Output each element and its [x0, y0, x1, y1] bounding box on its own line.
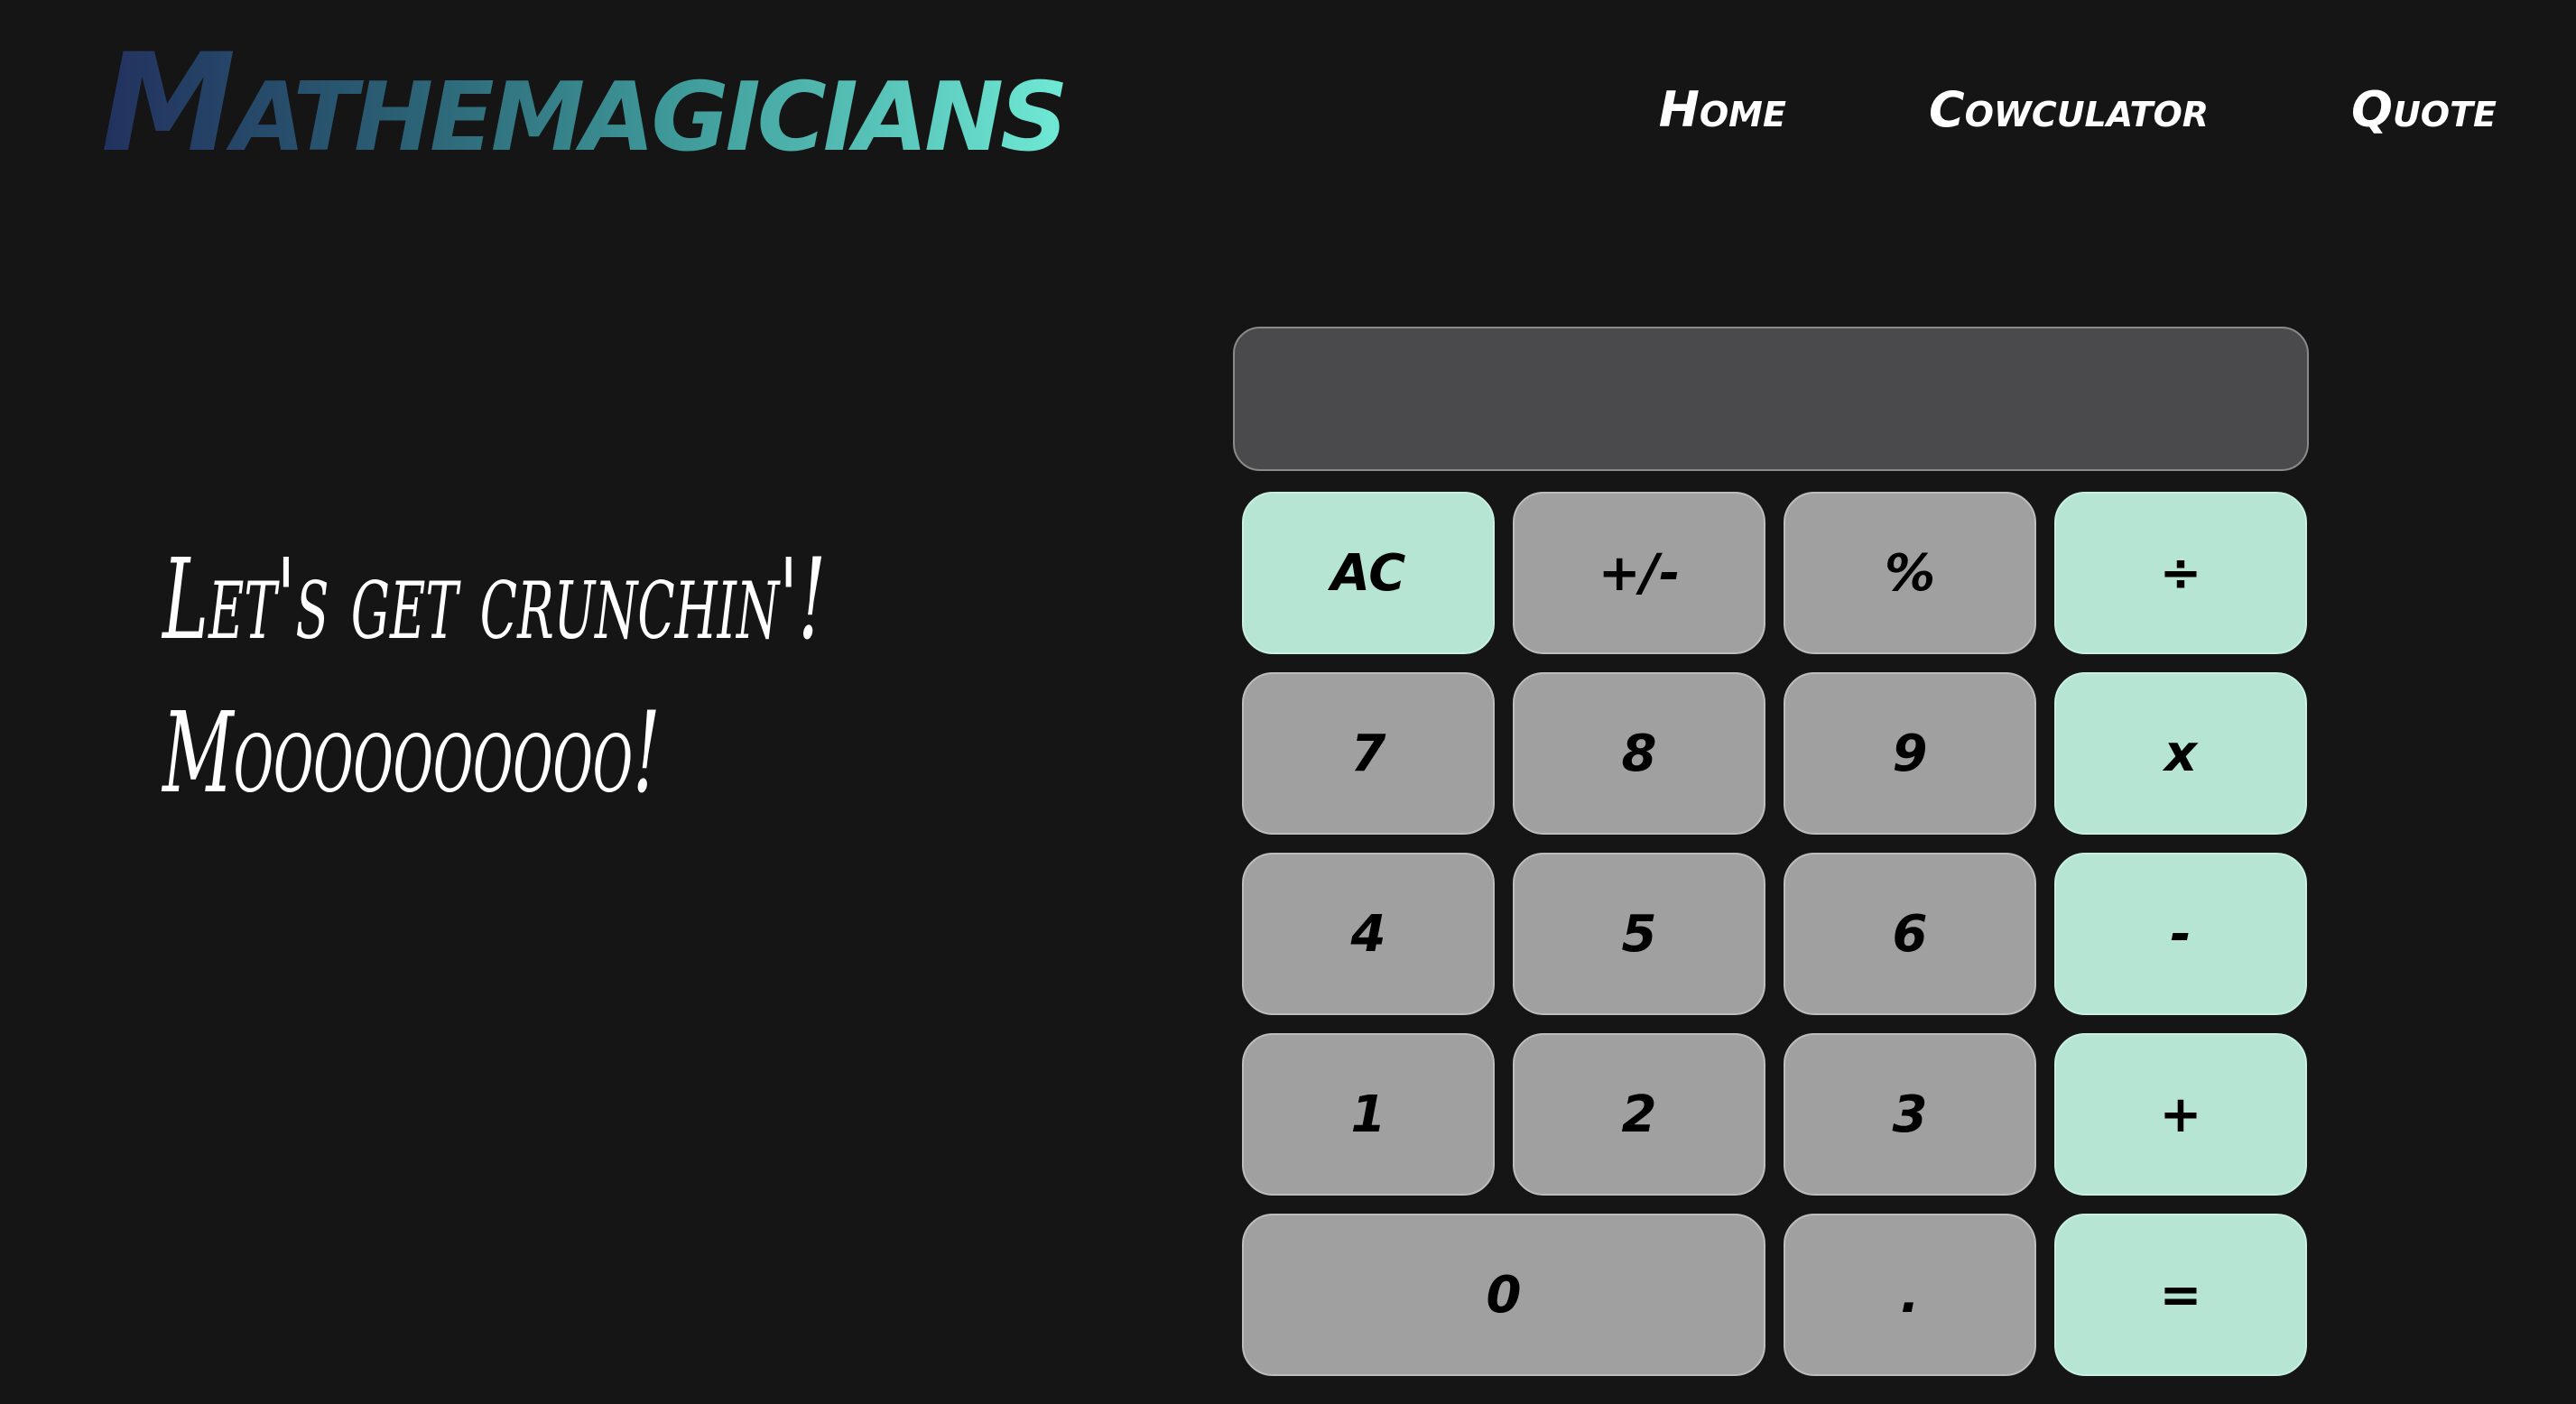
- percent-button[interactable]: %: [1784, 492, 2036, 654]
- tagline: Let's get crunchin'! Moooooooooo!: [162, 523, 826, 830]
- equals-button[interactable]: =: [2054, 1214, 2307, 1376]
- digit-5-button[interactable]: 5: [1513, 853, 1765, 1015]
- digit-0-button[interactable]: 0: [1242, 1214, 1765, 1376]
- digit-8-button[interactable]: 8: [1513, 672, 1765, 835]
- main-nav: Home Cowculator Quote: [1659, 86, 2497, 134]
- digit-7-button[interactable]: 7: [1242, 672, 1495, 835]
- digit-6-button[interactable]: 6: [1784, 853, 2036, 1015]
- digit-2-button[interactable]: 2: [1513, 1033, 1765, 1196]
- add-button[interactable]: +: [2054, 1033, 2307, 1196]
- page: Mathemagicians Home Cowculator Quote Let…: [0, 0, 2576, 1404]
- digit-9-button[interactable]: 9: [1784, 672, 2036, 835]
- multiply-button[interactable]: x: [2054, 672, 2307, 835]
- digit-3-button[interactable]: 3: [1784, 1033, 2036, 1196]
- tagline-line-2: Moooooooooo!: [162, 688, 661, 818]
- digit-1-button[interactable]: 1: [1242, 1033, 1495, 1196]
- nav-link-cowculator[interactable]: Cowculator: [1929, 86, 2209, 134]
- subtract-button[interactable]: -: [2054, 853, 2307, 1015]
- nav-link-home[interactable]: Home: [1659, 86, 1786, 134]
- clear-button[interactable]: AC: [1242, 492, 1495, 654]
- nav-link-quote[interactable]: Quote: [2351, 86, 2497, 134]
- calculator-display: [1233, 327, 2309, 471]
- site-logo[interactable]: Mathemagicians: [101, 36, 1069, 171]
- sign-toggle-button[interactable]: +/-: [1513, 492, 1765, 654]
- divide-button[interactable]: ÷: [2054, 492, 2307, 654]
- calculator-keypad: AC +/- % ÷ 7 8 9 x 4 5 6 - 1 2 3 + 0 . =: [1242, 492, 2307, 1376]
- decimal-button[interactable]: .: [1784, 1214, 2036, 1376]
- digit-4-button[interactable]: 4: [1242, 853, 1495, 1015]
- tagline-line-1: Let's get crunchin'!: [162, 535, 827, 665]
